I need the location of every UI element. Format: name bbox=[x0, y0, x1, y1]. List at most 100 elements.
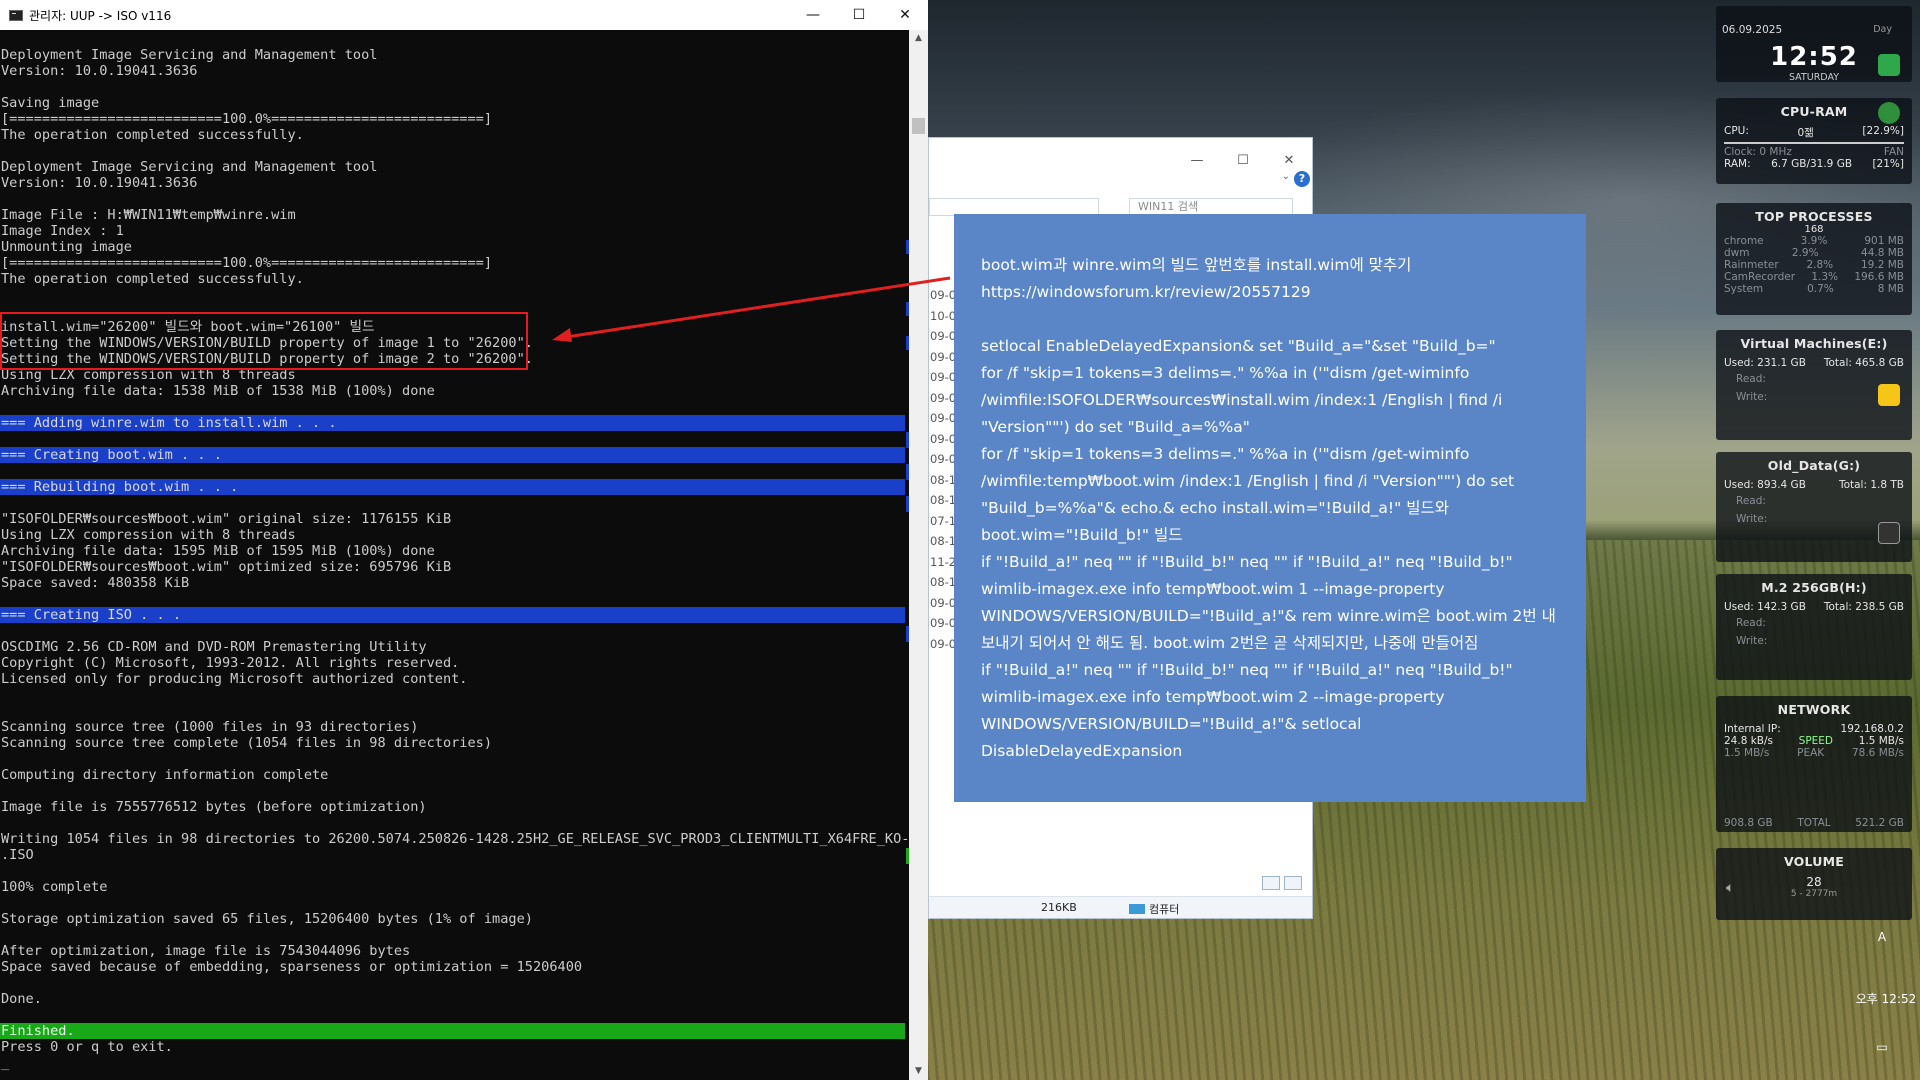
ram-value: 6.7 GB/31.9 GB bbox=[1771, 158, 1853, 170]
ip-value: 192.168.0.2 bbox=[1840, 723, 1904, 735]
fan-label: FAN bbox=[1883, 146, 1904, 158]
console-line: Deployment Image Servicing and Managemen… bbox=[1, 159, 378, 175]
console-line: Copyright (C) Microsoft, 1993-2012. All … bbox=[1, 655, 460, 671]
cpu-bar bbox=[1724, 142, 1904, 144]
process-name: Rainmeter bbox=[1724, 259, 1779, 271]
total-down: 908.8 GB bbox=[1724, 817, 1773, 829]
minimize-button[interactable]: — bbox=[790, 0, 836, 30]
drive-g-widget: Old_Data(G:) Used: 893.4 GB Total: 1.8 TB… bbox=[1716, 452, 1912, 562]
scroll-up-icon[interactable]: ▲ bbox=[909, 30, 928, 47]
chevron-down-icon[interactable]: ⌄ bbox=[1282, 171, 1290, 182]
window-title: 관리자: UUP -> ISO v116 bbox=[29, 8, 172, 23]
process-mem: 8 MB bbox=[1877, 283, 1904, 295]
scroll-down-icon[interactable]: ▼ bbox=[909, 1063, 928, 1080]
process-mem: 44.8 MB bbox=[1861, 247, 1904, 259]
console-line: Deployment Image Servicing and Managemen… bbox=[1, 47, 378, 63]
console-line: === Adding winre.wim to install.wim . . … bbox=[0, 415, 905, 431]
console-line: Version: 10.0.19041.3636 bbox=[1, 63, 198, 79]
console-line: Storage optimization saved 65 files, 152… bbox=[1, 911, 533, 927]
process-mem: 901 MB bbox=[1864, 235, 1904, 247]
console-line: 100% complete bbox=[1, 879, 108, 895]
console-line: Scanning source tree complete (1054 file… bbox=[1, 735, 493, 751]
process-row: CamRecorder 1.3% 196.6 MB bbox=[1716, 271, 1912, 283]
console-line: Press 0 or q to exit. bbox=[1, 1039, 173, 1055]
down-speed: 24.8 kB/s bbox=[1724, 735, 1774, 747]
computer-icon bbox=[1129, 904, 1145, 914]
note-line: if "!Build_a!" neq "" if "!Build_b!" neq… bbox=[981, 661, 1513, 760]
cpu-value: 0젦 bbox=[1797, 127, 1814, 139]
console-line: "ISOFOLDER₩sources₩boot.wim" original si… bbox=[1, 511, 452, 527]
console-line: Space saved because of embedding, sparse… bbox=[1, 959, 583, 975]
console-line: Saving image bbox=[1, 95, 100, 111]
kakaotalk-icon[interactable] bbox=[1878, 384, 1900, 406]
process-row: System 0.7% 8 MB bbox=[1716, 283, 1912, 295]
widget-title: Virtual Machines(E:) bbox=[1740, 336, 1888, 351]
thumbnail-view-icon[interactable] bbox=[1284, 876, 1302, 890]
total-label: TOTAL bbox=[1797, 817, 1831, 829]
close-icon[interactable]: ✕ bbox=[1266, 153, 1312, 168]
console-line: The operation completed successfully. bbox=[1, 127, 304, 143]
down-peak: 1.5 MB/s bbox=[1724, 747, 1770, 759]
taskbar-clock[interactable]: 오후 12:52 bbox=[1852, 990, 1920, 1007]
process-pct: 2.8% bbox=[1806, 259, 1834, 271]
process-pct: 3.9% bbox=[1800, 235, 1828, 247]
cpu-row: CPU: 0젦 [22.9%] bbox=[1716, 125, 1912, 140]
peak-row: 1.5 MB/s PEAK 78.6 MB/s bbox=[1716, 747, 1912, 759]
network-widget: NETWORK Internal IP: 192.168.0.2 24.8 kB/… bbox=[1716, 696, 1912, 832]
close-button[interactable]: ✕ bbox=[882, 0, 928, 30]
console-line: Unmounting image bbox=[1, 239, 132, 255]
help-icon[interactable]: ? bbox=[1294, 171, 1310, 187]
widget-title: Old_Data(G:) bbox=[1767, 458, 1861, 473]
console-window[interactable]: 관리자: UUP -> ISO v116 — ☐ ✕ Deployment Im… bbox=[0, 0, 928, 1080]
torrent-icon[interactable] bbox=[1878, 102, 1900, 124]
top-processes-widget: TOP PROCESSES 168 chrome 3.9% 901 MB dwm 2.9… bbox=[1716, 203, 1912, 315]
console-line: Archiving file data: 1538 MiB of 1538 Mi… bbox=[1, 383, 435, 399]
ip-row: Internal IP: 192.168.0.2 bbox=[1716, 723, 1912, 735]
minimize-icon[interactable]: — bbox=[1174, 153, 1220, 168]
annotation-arrow bbox=[552, 276, 951, 342]
view-toggle[interactable] bbox=[1262, 876, 1302, 890]
console-line: "ISOFOLDER₩sources₩boot.wim" optimized s… bbox=[1, 559, 452, 575]
used-label: Used: 142.3 GB bbox=[1724, 601, 1806, 613]
console-line: Image file is 7555776512 bytes (before o… bbox=[1, 799, 427, 815]
volume-widget[interactable]: VOLUME 28 5 - 2777m 🔈︎ bbox=[1716, 848, 1912, 920]
up-speed: 1.5 MB/s bbox=[1858, 735, 1904, 747]
ime-indicator[interactable]: A bbox=[1858, 930, 1906, 944]
notification-icon[interactable]: ▭ bbox=[1858, 1040, 1906, 1054]
cpu-pct: [22.9%] bbox=[1862, 125, 1904, 137]
widget-title: M.2 256GB(H:) bbox=[1761, 580, 1867, 595]
console-line: === Rebuilding boot.wim . . . bbox=[0, 479, 905, 495]
volume-level[interactable]: 28 bbox=[1716, 875, 1912, 889]
process-mem: 19.2 MB bbox=[1861, 259, 1904, 271]
console-line: Space saved: 480358 KiB bbox=[1, 575, 190, 591]
console-line: Image File : H:₩WIN11₩temp₩winre.wim bbox=[1, 207, 296, 223]
details-view-icon[interactable] bbox=[1262, 876, 1280, 890]
write-label: Write: bbox=[1736, 635, 1768, 647]
status-size: 216KB bbox=[1041, 901, 1077, 914]
maximize-icon[interactable]: ☐ bbox=[1220, 153, 1266, 168]
speaker-icon[interactable]: 🔈︎ bbox=[1726, 880, 1734, 896]
console-output[interactable]: Deployment Image Servicing and Managemen… bbox=[0, 30, 908, 1080]
process-name: System bbox=[1724, 283, 1764, 295]
total-label: Total: 465.8 GB bbox=[1823, 357, 1904, 369]
process-row: chrome 3.9% 901 MB bbox=[1716, 235, 1912, 247]
used-label: Used: 893.4 GB bbox=[1724, 479, 1806, 491]
used-label: Used: 231.1 GB bbox=[1724, 357, 1806, 369]
scrollbar-thumb[interactable] bbox=[912, 118, 925, 134]
app-icon[interactable] bbox=[1878, 54, 1900, 76]
clock-date: 06.09.2025 bbox=[1722, 24, 1783, 36]
console-app-icon bbox=[9, 9, 23, 21]
speed-row: 24.8 kB/s SPEED 1.5 MB/s bbox=[1716, 735, 1912, 747]
terminal-icon[interactable] bbox=[1878, 522, 1900, 544]
ip-label: Internal IP: bbox=[1724, 723, 1781, 735]
process-row: dwm 2.9% 44.8 MB bbox=[1716, 247, 1912, 259]
maximize-button[interactable]: ☐ bbox=[836, 0, 882, 30]
console-titlebar[interactable]: 관리자: UUP -> ISO v116 — ☐ ✕ bbox=[0, 0, 928, 30]
console-scrollbar[interactable]: ▲ ▼ bbox=[909, 30, 928, 1080]
